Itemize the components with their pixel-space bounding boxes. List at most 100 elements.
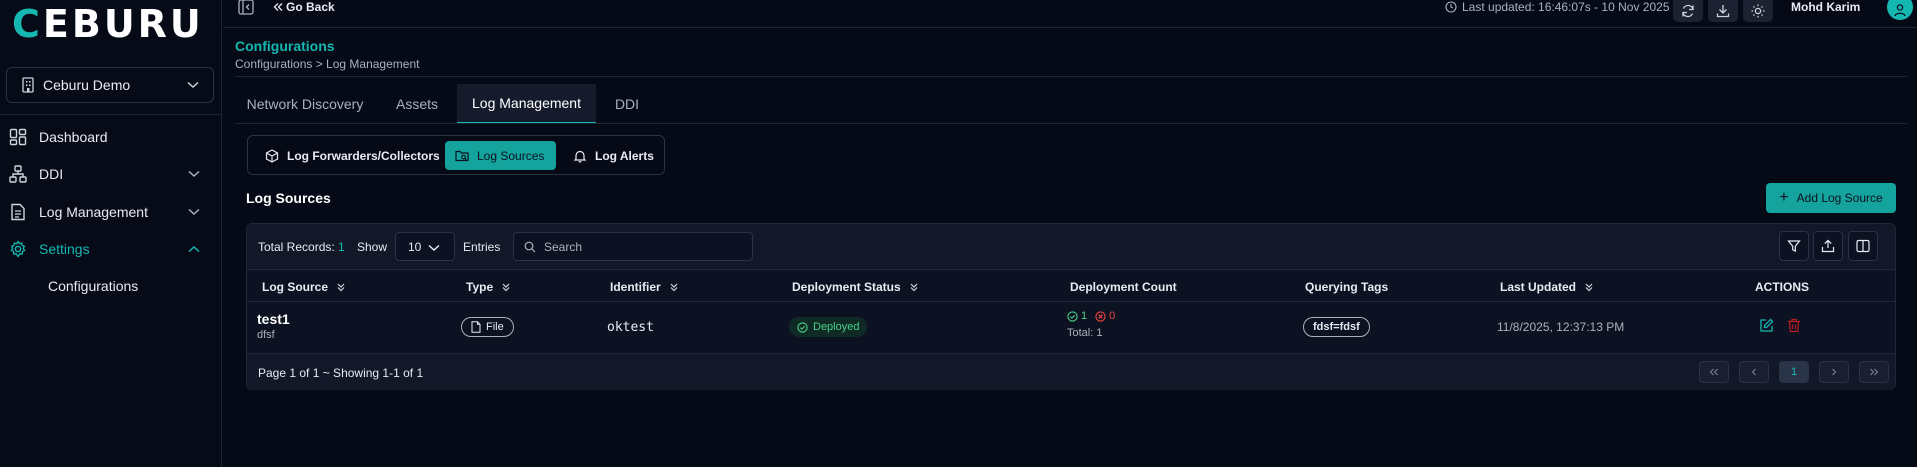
table-footer: Page 1 of 1 ~ Showing 1-1 of 1 1 — [247, 353, 1895, 390]
error-count-value: 0 — [1109, 310, 1116, 322]
breadcrumb[interactable]: Configurations > Log Management — [235, 57, 419, 71]
refresh-button[interactable] — [1673, 0, 1703, 22]
avatar[interactable] — [1887, 0, 1913, 20]
add-log-source-button[interactable]: + Add Log Source — [1766, 183, 1896, 213]
go-back-link[interactable]: Go Back — [273, 0, 335, 14]
subtab-log-sources[interactable]: Log Sources — [445, 141, 556, 170]
total-records-value: 1 — [338, 240, 345, 254]
edit-button[interactable] — [1759, 318, 1774, 336]
search-input[interactable] — [544, 239, 744, 254]
check-circle-icon — [797, 321, 808, 333]
search-box[interactable] — [513, 232, 753, 261]
gear-icon — [10, 240, 26, 258]
filter-icon — [1787, 240, 1801, 252]
chevron-down-icon — [188, 208, 200, 216]
deployment-count-line: 1 0 — [1067, 310, 1115, 322]
bell-icon — [573, 150, 587, 163]
deployment-total: Total: 1 — [1067, 327, 1103, 339]
sidebar-item-label: Dashboard — [39, 129, 108, 145]
subtab-log-alerts[interactable]: Log Alerts — [573, 141, 654, 170]
col-label: Deployment Status — [792, 280, 901, 294]
filter-button[interactable] — [1779, 231, 1809, 261]
success-count-value: 1 — [1081, 310, 1088, 322]
tab-network-discovery[interactable]: Network Discovery — [235, 84, 375, 124]
export-button[interactable] — [1813, 231, 1843, 261]
col-last-updated[interactable]: Last Updated — [1500, 280, 1594, 294]
sort-icon — [502, 283, 510, 292]
sort-icon — [910, 283, 918, 292]
type-badge: File — [461, 317, 514, 337]
last-updated-text: Last updated: 16:46:07s - 10 Nov 2025 — [1462, 0, 1670, 14]
entries-label: Entries — [463, 240, 501, 254]
first-page-button[interactable] — [1699, 361, 1729, 383]
chevron-left-icon — [1751, 368, 1756, 376]
clock-icon — [1445, 1, 1457, 13]
log-source-description: dfsf — [257, 329, 275, 341]
sidebar-subitem-configurations[interactable]: Configurations — [48, 278, 138, 294]
delete-button[interactable] — [1787, 318, 1801, 336]
app-root: CEBURU Ceburu Demo Dashboard DDI Log Man… — [0, 0, 1917, 467]
col-label: Deployment Count — [1070, 280, 1177, 294]
table-row[interactable]: test1 dfsf File oktest Deployed 1 0 Tota… — [247, 303, 1895, 353]
go-back-label: Go Back — [286, 0, 335, 14]
last-page-button[interactable] — [1859, 361, 1889, 383]
sidebar-item-settings[interactable]: Settings — [0, 232, 222, 266]
chevron-down-icon — [187, 81, 199, 89]
sidebar-item-log-management[interactable]: Log Management — [0, 195, 222, 229]
col-querying-tags: Querying Tags — [1305, 280, 1388, 294]
col-label: Last Updated — [1500, 280, 1577, 294]
add-log-source-label: Add Log Source — [1796, 191, 1883, 205]
col-label: Identifier — [610, 280, 661, 294]
double-chevron-right-icon — [1870, 368, 1879, 376]
tab-assets[interactable]: Assets — [381, 84, 453, 124]
double-chevron-left-icon — [273, 3, 283, 11]
logo-text: EBURU — [42, 2, 204, 46]
prev-page-button[interactable] — [1739, 361, 1769, 383]
page-size-select[interactable]: 10 — [395, 232, 455, 261]
sidebar-item-ddi[interactable]: DDI — [0, 157, 222, 191]
download-button[interactable] — [1708, 0, 1738, 22]
org-name: Ceburu Demo — [43, 77, 131, 93]
logo[interactable]: CEBURU — [12, 2, 204, 46]
chevron-right-icon — [1832, 368, 1837, 376]
chevron-down-icon — [428, 244, 440, 252]
page-title: Configurations — [235, 38, 335, 54]
col-deployment-status[interactable]: Deployment Status — [792, 280, 919, 294]
sidebar-item-label: Log Management — [39, 204, 148, 220]
sidebar-item-dashboard[interactable]: Dashboard — [0, 120, 222, 154]
header-divider — [235, 76, 1907, 77]
type-label: File — [486, 321, 504, 333]
search-icon — [524, 241, 536, 252]
subtab-log-forwarders[interactable]: Log Forwarders/Collectors — [263, 141, 442, 170]
columns-button[interactable] — [1848, 231, 1878, 261]
org-selector[interactable]: Ceburu Demo — [6, 67, 214, 103]
error-count: 0 — [1095, 310, 1115, 322]
network-icon — [9, 165, 27, 183]
total-records-label: Total Records: — [258, 240, 335, 254]
tab-log-management[interactable]: Log Management — [457, 84, 596, 124]
sidebar-collapse-icon[interactable] — [238, 0, 254, 16]
next-page-button[interactable] — [1819, 361, 1849, 383]
sidebar: CEBURU Ceburu Demo Dashboard DDI Log Man… — [0, 0, 222, 467]
show-label: Show — [357, 240, 388, 254]
col-label: Querying Tags — [1305, 280, 1389, 294]
col-identifier[interactable]: Identifier — [610, 280, 679, 294]
subtab-label: Log Sources — [477, 148, 545, 163]
status-label: Deployed — [813, 321, 860, 333]
total-records: Total Records: 1 — [258, 240, 345, 254]
page-size-value: 10 — [408, 239, 422, 254]
trash-icon — [1788, 318, 1800, 333]
tab-ddi[interactable]: DDI — [601, 84, 653, 124]
user-icon — [1894, 4, 1906, 17]
type-cell: File — [461, 317, 514, 337]
col-log-source[interactable]: Log Source — [262, 280, 346, 294]
querying-tags-cell: fdsf=fdsf — [1303, 317, 1370, 337]
tabs-divider — [235, 123, 1907, 124]
theme-toggle-button[interactable] — [1743, 0, 1773, 22]
col-type[interactable]: Type — [466, 280, 511, 294]
col-deployment-count: Deployment Count — [1070, 280, 1177, 294]
page-1-button[interactable]: 1 — [1779, 361, 1809, 383]
user-name[interactable]: Mohd Karim — [1791, 0, 1860, 14]
log-source-name[interactable]: test1 — [257, 311, 290, 327]
check-circle-icon — [1067, 310, 1078, 322]
